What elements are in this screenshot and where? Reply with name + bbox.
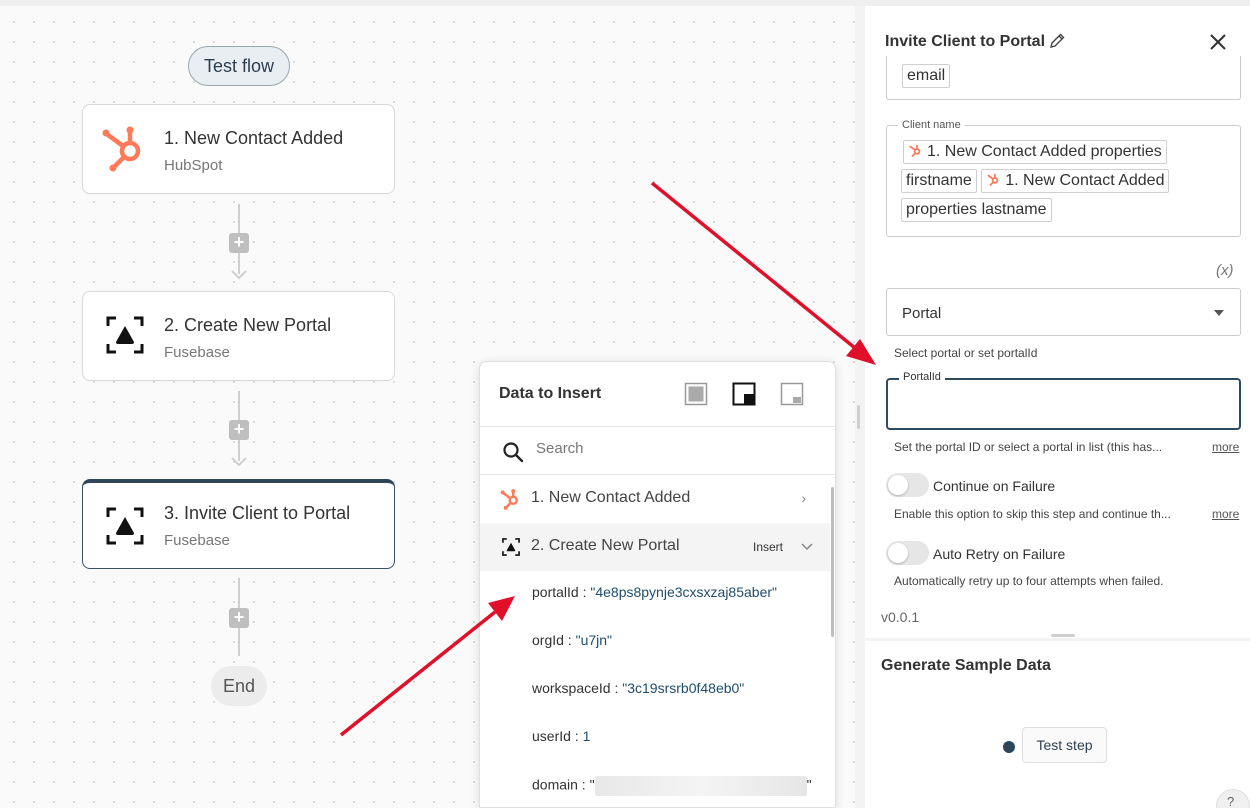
close-icon[interactable]	[1208, 32, 1228, 52]
source-row-create-portal[interactable]: 2. Create New Portal Insert	[480, 523, 830, 571]
connector-arrow-icon	[231, 457, 247, 467]
data-field-orgid[interactable]: orgId : "u7jn"	[532, 632, 612, 648]
caret-down-icon	[1214, 310, 1224, 316]
connector-arrow-icon	[231, 270, 247, 280]
variable-chip[interactable]: properties lastname	[901, 198, 1052, 222]
hubspot-icon	[99, 122, 151, 174]
popup-title: Data to Insert	[499, 385, 602, 402]
test-step-button[interactable]: Test step	[1022, 727, 1107, 763]
step-app-name: Fusebase	[164, 344, 230, 361]
search-icon	[503, 442, 524, 463]
fusebase-icon	[500, 536, 522, 558]
variable-toggle[interactable]: (x)	[1216, 262, 1234, 279]
help-text: Automatically retry up to four attempts …	[894, 574, 1164, 588]
chevron-down-icon[interactable]	[801, 543, 813, 551]
end-node: End	[211, 666, 267, 706]
step-app-name: Fusebase	[164, 532, 230, 549]
panel-title: Invite Client to Portal	[885, 33, 1046, 50]
data-field-userid[interactable]: userId : 1	[532, 728, 590, 744]
flow-step-new-contact[interactable]: 1. New Contact Added HubSpot	[82, 104, 395, 194]
variable-chip[interactable]: 1. New Contact Added	[981, 169, 1170, 193]
email-field[interactable]: email	[886, 56, 1241, 100]
field-label: PortalId	[899, 371, 945, 383]
chevron-right-icon[interactable]: ›	[801, 490, 806, 506]
portal-id-field[interactable]: PortalId	[886, 371, 1241, 430]
hubspot-icon	[500, 488, 522, 510]
step-settings-panel: Invite Client to Portal email Client nam…	[865, 6, 1250, 638]
flow-step-invite-client[interactable]: 3. Invite Client to Portal Fusebase	[82, 479, 395, 569]
data-field-portalid[interactable]: portalId : "4e8ps8pynje3cxsxzaj85aber"	[532, 584, 777, 600]
test-flow-button[interactable]: Test flow	[188, 46, 290, 86]
field-label: Client name	[898, 119, 965, 131]
view-corner-icon[interactable]	[780, 382, 804, 406]
scrollbar[interactable]	[831, 487, 834, 637]
data-field-domain[interactable]: domain : " "	[532, 776, 812, 796]
redacted-value	[594, 776, 807, 796]
data-to-insert-popup: Data to Insert 1. New Contact Added ›	[479, 361, 836, 808]
insert-button[interactable]: Insert	[753, 540, 783, 554]
portal-select[interactable]: Portal	[886, 288, 1241, 336]
add-step-button[interactable]: +	[229, 420, 249, 440]
view-full-icon[interactable]	[684, 382, 708, 406]
divider	[480, 426, 835, 427]
help-text: Set the portal ID or select a portal in …	[894, 440, 1163, 454]
variable-chip[interactable]: 1. New Contact Added properties	[903, 140, 1167, 164]
status-dot	[1003, 741, 1015, 753]
section-title: Generate Sample Data	[881, 657, 1051, 674]
toggle-label: Continue on Failure	[933, 478, 1056, 494]
help-text: Enable this option to skip this step and…	[894, 507, 1171, 521]
flow-step-create-portal[interactable]: 2. Create New Portal Fusebase	[82, 291, 395, 381]
more-link[interactable]: more	[1212, 507, 1239, 521]
hubspot-icon	[987, 173, 999, 186]
step-title: 2. Create New Portal	[164, 315, 332, 335]
data-field-workspaceid[interactable]: workspaceId : "3c19srsrb0f48eb0"	[532, 680, 744, 696]
view-docked-icon[interactable]	[732, 382, 756, 406]
source-label: 2. Create New Portal	[531, 537, 680, 554]
more-link[interactable]: more	[1212, 440, 1239, 454]
fusebase-icon	[99, 309, 151, 361]
source-label: 1. New Contact Added	[531, 489, 691, 506]
variable-chip[interactable]: firstname	[901, 169, 977, 193]
add-step-button[interactable]: +	[229, 608, 249, 628]
fusebase-icon	[99, 500, 151, 552]
step-app-name: HubSpot	[164, 157, 223, 174]
add-step-button[interactable]: +	[229, 233, 249, 253]
toggle-label: Auto Retry on Failure	[933, 546, 1066, 562]
hubspot-icon	[909, 144, 921, 157]
source-row-new-contact[interactable]: 1. New Contact Added ›	[480, 475, 830, 523]
help-text: Select portal or set portalId	[894, 346, 1038, 360]
resize-handle[interactable]	[857, 405, 860, 429]
search-input[interactable]	[536, 440, 806, 457]
edit-pencil-icon[interactable]	[1048, 32, 1066, 50]
version-label: v0.0.1	[881, 609, 920, 625]
step-title: 1. New Contact Added	[164, 128, 344, 148]
help-button[interactable]: ?	[1216, 789, 1250, 808]
sample-data-section: Generate Sample Data Test step ?	[865, 641, 1250, 808]
auto-retry-toggle[interactable]	[886, 541, 929, 565]
resize-handle[interactable]	[1051, 634, 1075, 637]
email-chip[interactable]: email	[902, 64, 951, 88]
continue-on-failure-toggle[interactable]	[886, 473, 929, 497]
client-name-field[interactable]: Client name 1. New Contact Added propert…	[886, 119, 1241, 237]
step-title: 3. Invite Client to Portal	[164, 503, 351, 523]
